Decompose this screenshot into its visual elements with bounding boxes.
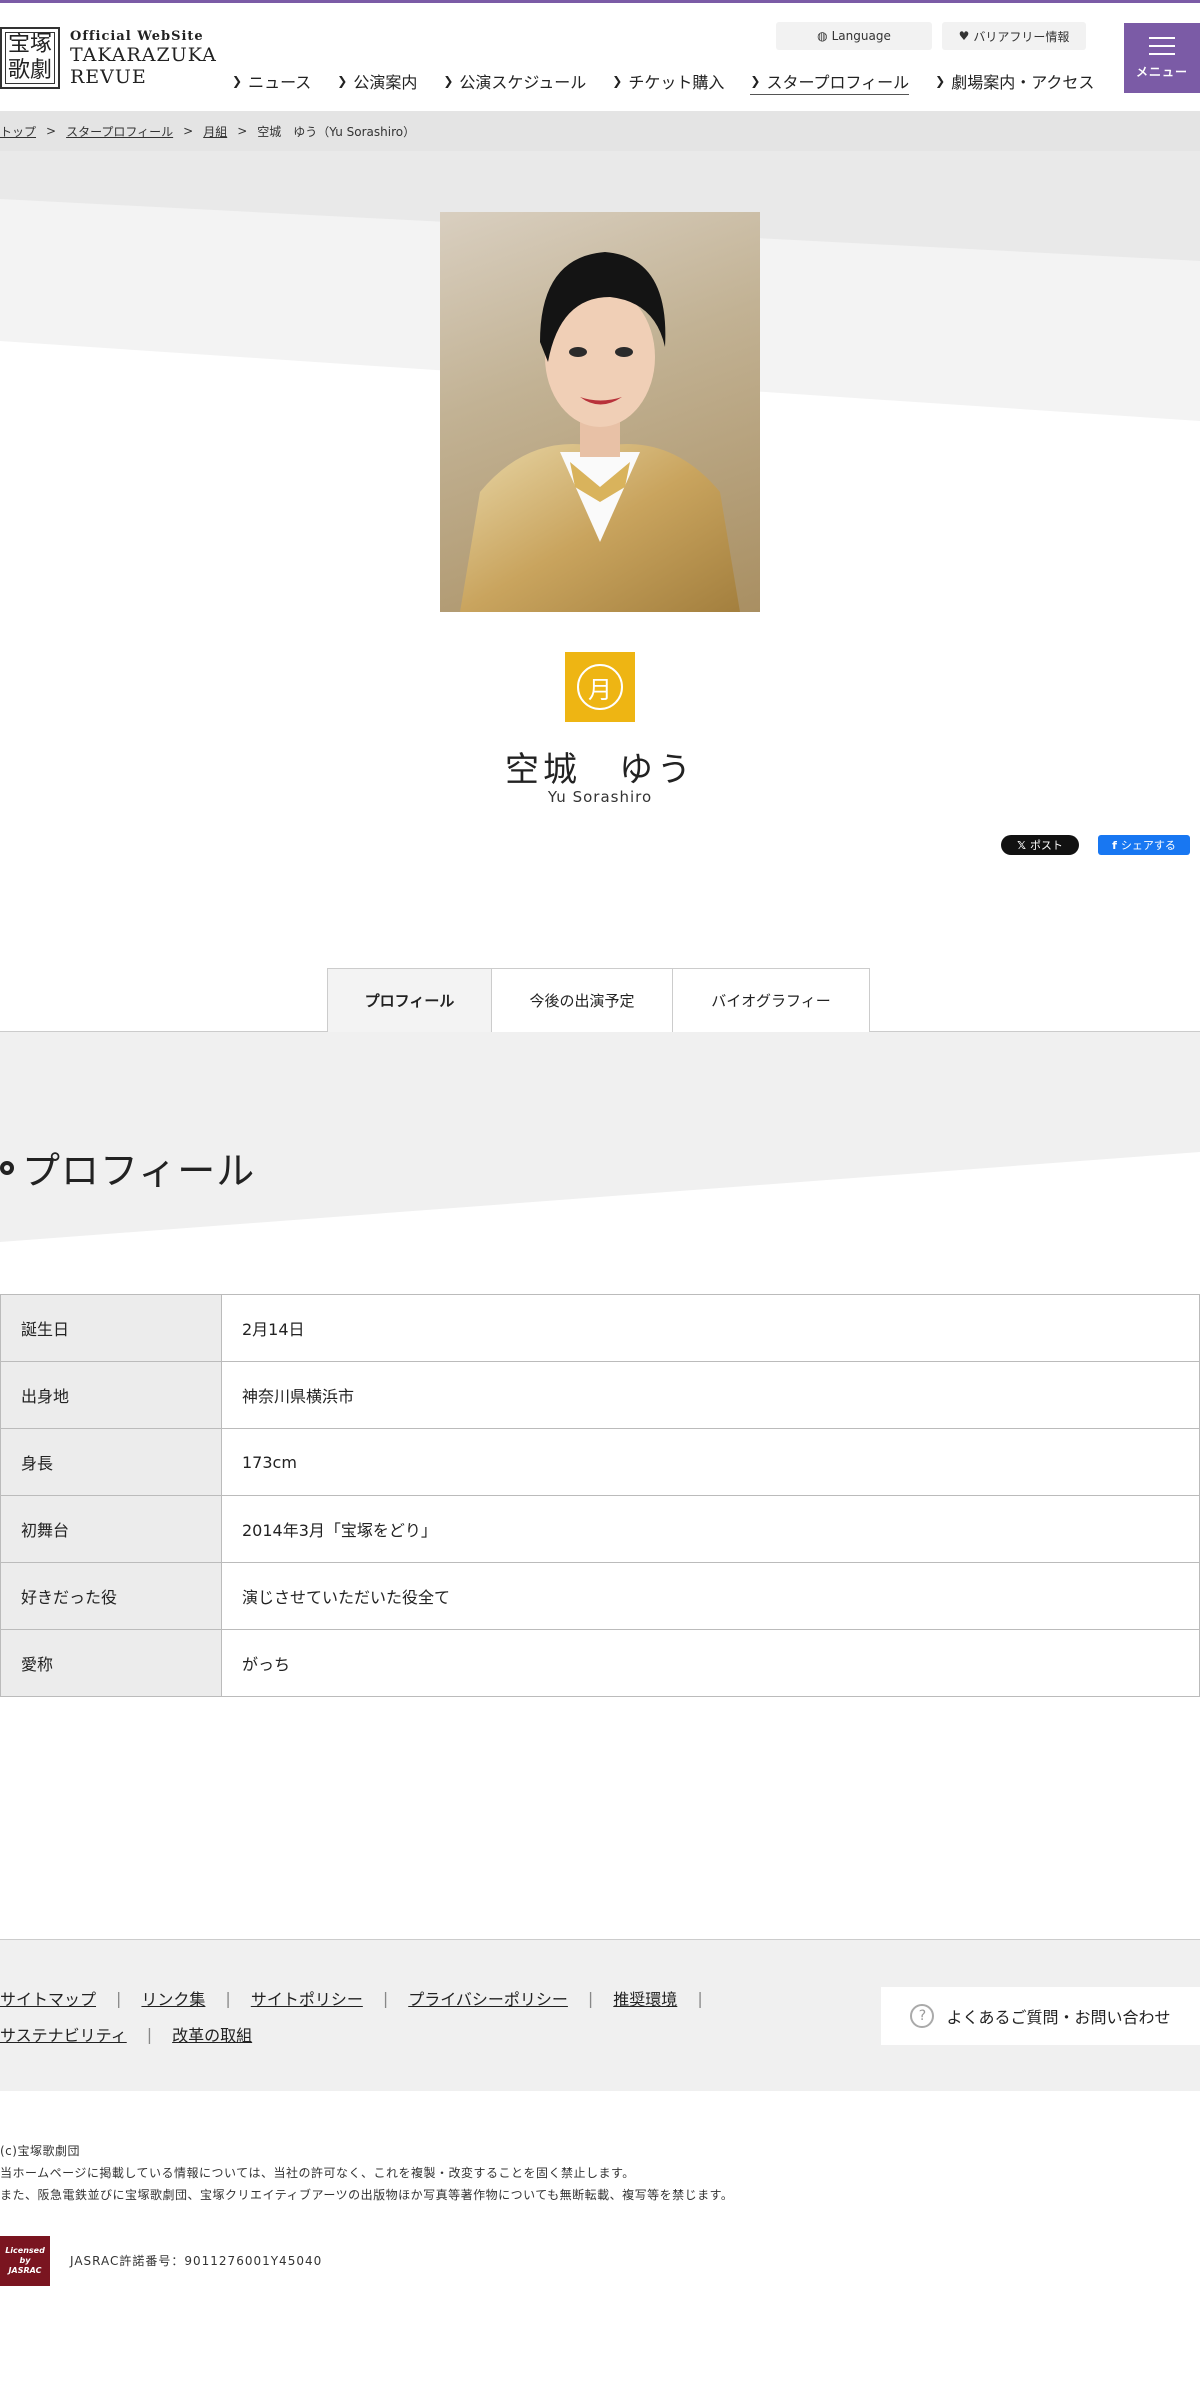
moon-troupe-icon: 月: [577, 664, 623, 710]
chevron-right-icon: ❯: [612, 74, 623, 88]
logo-subtitle: Official WebSite: [70, 28, 204, 44]
footer-link-sustainability[interactable]: サステナビリティ: [0, 2022, 127, 2046]
profile-key: 愛称: [0, 1629, 222, 1697]
barrier-free-button[interactable]: ♥ バリアフリー情報: [942, 22, 1086, 50]
breadcrumb-troupe[interactable]: 月組: [203, 123, 227, 140]
table-row: 初舞台 2014年3月「宝塚をどり」: [0, 1495, 1200, 1563]
footer-links-row: サイトマップ | リンク集 | サイトポリシー | プライバシーポリシー | 推…: [0, 1986, 723, 2010]
copyright-block: (c)宝塚歌劇団 当ホームページに掲載している情報については、当社の許可なく、こ…: [0, 2140, 733, 2206]
footer-links-row: サステナビリティ | 改革の取組: [0, 2022, 252, 2046]
tab-profile[interactable]: プロフィール: [327, 968, 492, 1032]
table-row: 身長 173cm: [0, 1428, 1200, 1496]
site-header: 宝塚 歌劇 Official WebSite TAKARAZUKA REVUE …: [0, 3, 1200, 111]
profile-value: 神奈川県横浜市: [221, 1361, 1200, 1429]
footer-links-area: サイトマップ | リンク集 | サイトポリシー | プライバシーポリシー | 推…: [0, 1939, 1200, 2091]
breadcrumb-star-profile[interactable]: スタープロフィール: [66, 123, 173, 140]
chevron-right-icon: ❯: [750, 73, 761, 88]
notice-line: また、阪急電鉄並びに宝塚歌劇団、宝塚クリエイティブアーツの出版物ほか写真等著作物…: [0, 2188, 734, 2202]
x-icon: 𝕏: [1017, 838, 1026, 852]
notice-line: 当ホームページに掲載している情報については、当社の許可なく、これを複製・改変する…: [0, 2166, 635, 2180]
profile-key: 身長: [0, 1428, 222, 1496]
profile-value: がっち: [221, 1629, 1200, 1697]
faq-contact-button[interactable]: ? よくあるご質問・お問い合わせ: [881, 1987, 1200, 2045]
profile-key: 出身地: [0, 1361, 222, 1429]
footer-link-site-policy[interactable]: サイトポリシー: [251, 1986, 363, 2010]
profile-tabs: プロフィール 今後の出演予定 バイオグラフィー: [327, 968, 870, 1032]
table-row: 出身地 神奈川県横浜市: [0, 1361, 1200, 1429]
chevron-right-icon: ❯: [935, 74, 946, 88]
jasrac-license-number: JASRAC許諾番号：9011276001Y45040: [70, 2254, 323, 2268]
profile-value: 演じさせていただいた役全て: [221, 1562, 1200, 1630]
nav-item[interactable]: ❯ 劇場案内・アクセス: [935, 67, 1094, 95]
hamburger-icon: [1149, 36, 1175, 55]
footer-link-privacy[interactable]: プライバシーポリシー: [408, 1986, 568, 2010]
breadcrumb-separator: >: [183, 124, 194, 138]
section-header-background: [0, 1032, 1200, 1242]
table-row: 愛称 がっち: [0, 1629, 1200, 1697]
footer-link-reform[interactable]: 改革の取組: [172, 2022, 252, 2046]
nav-item[interactable]: ❯ チケット購入: [612, 67, 724, 95]
footer-link-environment[interactable]: 推奨環境: [613, 1986, 677, 2010]
nav-item[interactable]: ❯ スタープロフィール: [750, 67, 910, 95]
profile-key: 誕生日: [0, 1294, 222, 1362]
heart-icon: ♥: [958, 29, 970, 43]
profile-value: 2014年3月「宝塚をどり」: [221, 1495, 1200, 1563]
chevron-right-icon: ❯: [337, 74, 348, 88]
menu-button[interactable]: メニュー: [1124, 23, 1200, 93]
facebook-share-button[interactable]: f シェアする: [1098, 835, 1190, 855]
breadcrumb-separator: >: [237, 124, 248, 138]
troupe-emblem: 月: [565, 652, 635, 722]
circle-bullet-icon: [0, 1160, 14, 1175]
main-nav: ❯ ニュース ❯ 公演案内 ❯ 公演スケジュール ❯ チケット購入 ❯ スタープロフィール ❯ 劇場案…: [232, 67, 1120, 95]
profile-value: 173cm: [221, 1428, 1200, 1496]
star-photo: [440, 212, 760, 612]
globe-icon: ◍: [817, 29, 828, 43]
tab-upcoming-performances[interactable]: 今後の出演予定: [491, 968, 673, 1032]
breadcrumb-separator: >: [46, 124, 57, 138]
footer-link-sitemap[interactable]: サイトマップ: [0, 1986, 96, 2010]
breadcrumb-current: 空城 ゆう（Yu Sorashiro）: [257, 124, 416, 139]
breadcrumb-top[interactable]: トップ: [0, 123, 36, 140]
language-button[interactable]: ◍ Language: [776, 22, 932, 50]
profile-key: 好きだった役: [0, 1562, 222, 1630]
chevron-right-icon: ❯: [443, 74, 454, 88]
nav-item[interactable]: ❯ 公演スケジュール: [443, 67, 586, 95]
breadcrumb: トップ > スタープロフィール > 月組 > 空城 ゆう（Yu Sorashir…: [0, 111, 1200, 151]
star-name-en: Yu Sorashiro: [547, 788, 653, 806]
jasrac-logo: Licensed by JASRAC: [0, 2236, 50, 2286]
chevron-right-icon: ❯: [232, 74, 243, 88]
nav-item[interactable]: ❯ ニュース: [232, 67, 311, 95]
question-icon: ?: [910, 2004, 935, 2028]
logo-text: Official WebSite TAKARAZUKA REVUE: [70, 29, 217, 88]
facebook-icon: f: [1112, 838, 1117, 852]
x-post-button[interactable]: 𝕏 ポスト: [1001, 835, 1079, 855]
table-row: 好きだった役 演じさせていただいた役全て: [0, 1562, 1200, 1630]
logo-line1: TAKARAZUKA: [70, 43, 217, 66]
copyright: (c)宝塚歌劇団: [0, 2144, 80, 2158]
profile-value: 2月14日: [221, 1294, 1200, 1362]
footer-link-links[interactable]: リンク集: [141, 1986, 205, 2010]
section-title: プロフィール: [0, 1140, 255, 1195]
profile-key: 初舞台: [0, 1495, 222, 1563]
site-logo[interactable]: 宝塚 歌劇 Official WebSite TAKARAZUKA REVUE: [0, 27, 217, 89]
logo-mark: 宝塚 歌劇: [0, 27, 60, 89]
nav-item[interactable]: ❯ 公演案内: [337, 67, 417, 95]
star-name-jp: 空城 ゆう: [505, 750, 695, 790]
table-row: 誕生日 2月14日: [0, 1294, 1200, 1362]
profile-table: 誕生日 2月14日 出身地 神奈川県横浜市 身長 173cm 初舞台 2014年…: [0, 1294, 1200, 1697]
tab-biography[interactable]: バイオグラフィー: [672, 968, 870, 1032]
logo-line2: REVUE: [70, 65, 147, 88]
